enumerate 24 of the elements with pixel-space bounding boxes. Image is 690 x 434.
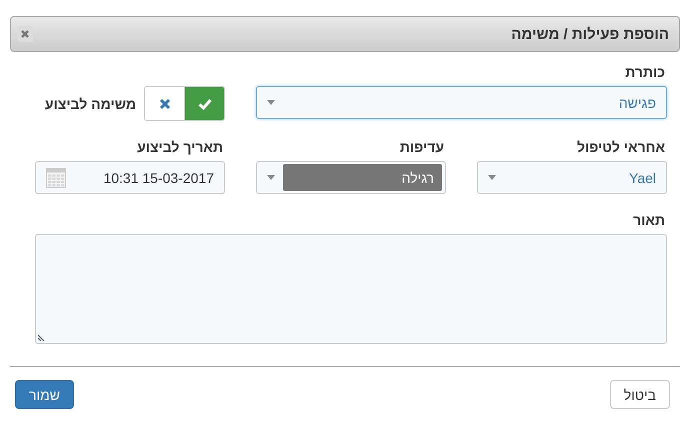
toggle-label: משימה לביצוע: [44, 96, 136, 112]
close-icon[interactable]: [145, 87, 185, 120]
field-label: עדיפות: [398, 139, 445, 157]
field-value: פגישה: [618, 94, 656, 110]
resize-handle-icon[interactable]: [38, 334, 45, 341]
assignee-dropdown[interactable]: Yael: [477, 161, 667, 194]
caret-icon: [488, 175, 496, 180]
field-label: כותרת: [624, 64, 666, 82]
priority-dropdown[interactable]: רגילה: [256, 161, 446, 194]
field-label: תאריך לביצוע: [136, 139, 224, 157]
caret-icon: [267, 175, 275, 180]
field-label: תאור: [632, 212, 666, 230]
save-button[interactable]: שמור: [15, 380, 74, 409]
check-icon[interactable]: [185, 87, 224, 120]
title-dropdown[interactable]: פגישה: [256, 86, 667, 119]
cancel-button[interactable]: ביטול: [610, 380, 670, 409]
toggle-switch[interactable]: [144, 86, 225, 121]
field-value: Yael: [629, 170, 656, 186]
caret-icon: [267, 100, 275, 105]
date-field[interactable]: 10:31 15-03-2017: [35, 161, 225, 194]
priority-badge: רגילה: [283, 164, 442, 191]
field-label: אחראי לטיפול: [576, 139, 666, 157]
description-field[interactable]: [35, 234, 667, 344]
dialog-title: הוספת פעילות / משימה: [511, 26, 669, 42]
